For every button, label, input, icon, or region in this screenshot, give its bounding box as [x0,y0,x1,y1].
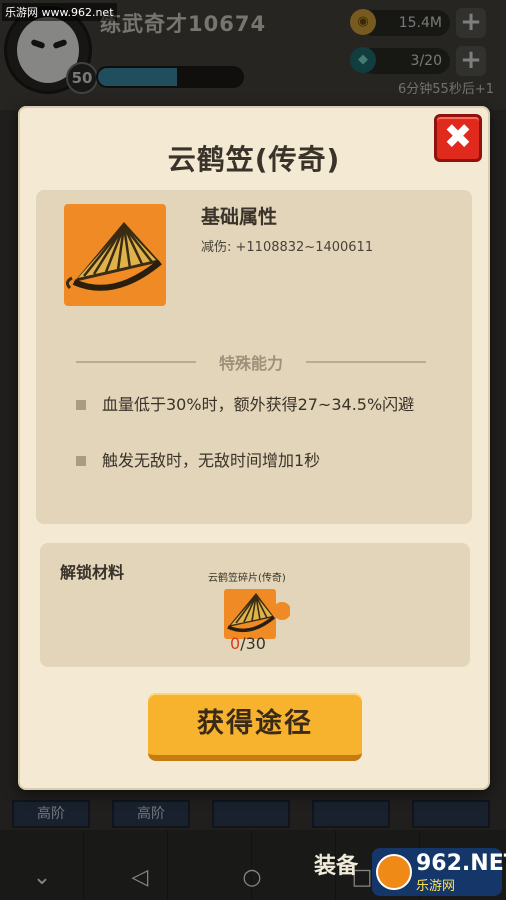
brand-subtitle: 乐游网 [416,879,456,894]
bullet-icon [76,456,86,466]
acquire-source-button[interactable]: 获得途径 [148,693,362,761]
close-button[interactable]: ✖ [434,114,482,162]
material-count: 0/30 [230,634,266,653]
ability-text: 触发无敌时，无敌时间增加1秒 [102,451,321,470]
ability-item: 血量低于30%时，额外获得27~34.5%闪避 [76,394,446,438]
basic-attributes-heading: 基础属性 [201,206,278,228]
bullet-icon [76,400,86,410]
ability-text: 血量低于30%时，额外获得27~34.5%闪避 [102,395,415,414]
special-ability-divider: 特殊能力 [76,350,426,373]
material-have: 0 [230,634,241,653]
item-detail-dialog: 云鹤笠(传奇) ✖ 基础属性 减伤: +1108832~1400611 特殊能力… [18,106,490,790]
watermark-text: 乐游网 www.962.net [2,3,117,21]
damage-reduction-stat: 减伤: +1108832~1400611 [201,240,374,255]
divider-line-right [306,361,426,363]
material-need: /30 [240,634,266,653]
game-screen: 50 练武奇才10674 ◉ 15.4M + ◆ 3/20 + 6分钟55秒后+… [0,0,506,900]
unlock-materials-panel: 解锁材料 云鹤笠碎片(传奇) 0/30 [40,543,470,667]
bamboo-hat-icon [64,204,166,306]
item-info-panel: 基础属性 减伤: +1108832~1400611 特殊能力 血量低于30%时，… [36,190,472,524]
item-title: 云鹤笠(传奇) [167,143,341,176]
nav-equipment-label: 装备 [314,854,359,879]
brand-number: 962.NET [416,851,506,876]
brand-logo-icon [376,854,412,890]
ability-item: 触发无敌时，无敌时间增加1秒 [76,450,446,472]
unlock-materials-heading: 解锁材料 [60,563,125,582]
close-x-icon: ✖ [443,117,473,157]
brand-watermark: 962.NET 乐游网 [372,848,506,896]
material-name: 云鹤笠碎片(传奇) [208,573,286,584]
